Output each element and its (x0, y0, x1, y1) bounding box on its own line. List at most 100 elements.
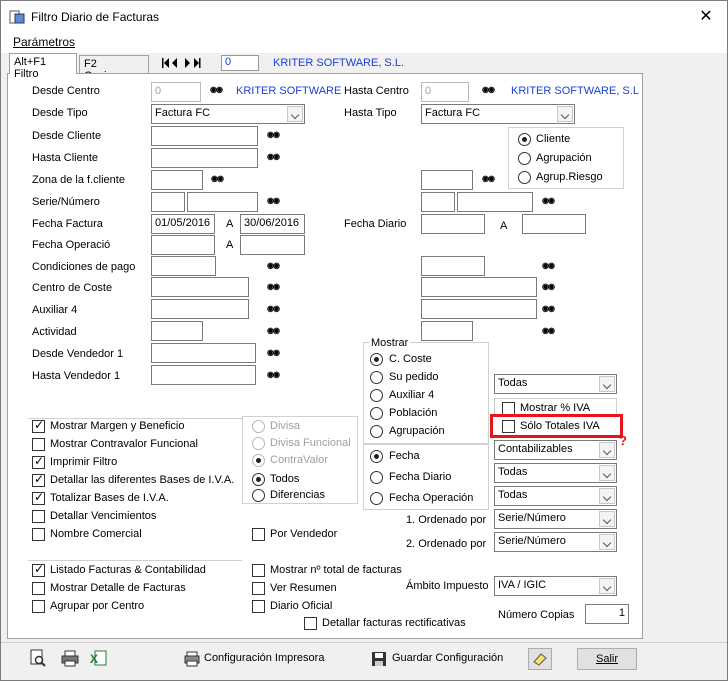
binoculars-icon[interactable] (267, 260, 285, 274)
radio-su-pedido[interactable] (370, 371, 383, 384)
detallar-rectificativas-checkbox[interactable] (304, 617, 317, 630)
radio-fecha[interactable] (370, 450, 383, 463)
radio-auxiliar[interactable] (370, 389, 383, 402)
chevron-down-icon[interactable] (599, 578, 615, 594)
print-icon[interactable] (61, 649, 81, 667)
numero-input[interactable] (187, 192, 258, 212)
condiciones-input[interactable] (151, 256, 216, 276)
chevron-down-icon[interactable] (287, 106, 303, 122)
desde-tipo-select[interactable]: Factura FC (151, 104, 305, 124)
binoculars-icon[interactable] (542, 325, 560, 339)
radio-fecha-diario[interactable] (370, 471, 383, 484)
copias-input[interactable]: 1 (585, 604, 629, 624)
por-vendedor-checkbox[interactable] (252, 528, 265, 541)
eraser-button[interactable] (528, 648, 552, 670)
binoculars-icon[interactable] (267, 281, 285, 295)
desde-centro-input[interactable]: 0 (151, 82, 201, 102)
radio-agrup-riesgo[interactable] (518, 171, 531, 184)
todas-select-3[interactable]: Todas (494, 486, 617, 506)
fecha-diario-to[interactable] (522, 214, 586, 234)
desde-vendedor-input[interactable] (151, 343, 256, 363)
desde-cliente-input[interactable] (151, 126, 258, 146)
radio-c-coste[interactable] (370, 353, 383, 366)
mostrar-total-facturas-checkbox[interactable] (252, 564, 265, 577)
nombre-comercial-checkbox[interactable] (32, 528, 45, 541)
fecha-factura-from[interactable]: 01/05/2016 (151, 214, 215, 234)
radio-agrupacion-mostrar[interactable] (370, 425, 383, 438)
agrupar-centro-checkbox[interactable] (32, 600, 45, 613)
excel-icon[interactable]: X (89, 649, 109, 667)
binoculars-icon[interactable] (267, 369, 285, 383)
chevron-down-icon[interactable] (557, 106, 573, 122)
zona-input[interactable] (151, 170, 203, 190)
binoculars-icon[interactable] (542, 195, 560, 209)
hasta-cliente-input[interactable] (151, 148, 258, 168)
binoculars-icon[interactable] (267, 347, 285, 361)
chevron-down-icon[interactable] (599, 465, 615, 481)
binoculars-icon[interactable] (482, 173, 500, 187)
zona-hasta-input[interactable] (421, 170, 473, 190)
radio-cliente[interactable] (518, 133, 531, 146)
tab-opciones[interactable]: F2 Opciones (79, 55, 149, 82)
guardar-config-button[interactable]: Guardar Configuración (392, 652, 503, 664)
detallar-vencimientos-checkbox[interactable] (32, 510, 45, 523)
contravalor-checkbox[interactable] (32, 438, 45, 451)
binoculars-icon[interactable] (267, 129, 285, 143)
tab-filtro[interactable]: Alt+F1 Filtro (9, 53, 77, 80)
binoculars-icon[interactable] (267, 303, 285, 317)
chevron-down-icon[interactable] (599, 488, 615, 504)
orden1-select[interactable]: Serie/Número (494, 509, 617, 529)
binoculars-icon[interactable] (542, 303, 560, 317)
fecha-factura-to[interactable]: 30/06/2016 (240, 214, 305, 234)
config-impresora-button[interactable]: Configuración Impresora (204, 652, 324, 664)
hasta-vendedor-input[interactable] (151, 365, 256, 385)
chevron-down-icon[interactable] (599, 376, 615, 392)
auxiliar-input[interactable] (151, 299, 249, 319)
binoculars-icon[interactable] (211, 173, 229, 187)
radio-todos[interactable] (252, 473, 265, 486)
ambito-select[interactable]: IVA / IGIC (494, 576, 617, 596)
preview-icon[interactable] (29, 649, 49, 667)
solo-totales-iva-checkbox[interactable] (502, 420, 515, 433)
chevron-down-icon[interactable] (599, 534, 615, 550)
radio-poblacion[interactable] (370, 407, 383, 420)
radio-diferencias[interactable] (252, 489, 265, 502)
radio-fecha-operacion[interactable] (370, 492, 383, 505)
diario-oficial-checkbox[interactable] (252, 600, 265, 613)
fecha-diario-from[interactable] (421, 214, 485, 234)
serie-hasta-input[interactable] (421, 192, 455, 212)
imprimir-filtro-checkbox[interactable] (32, 454, 45, 469)
binoculars-icon[interactable] (267, 195, 285, 209)
binoculars-icon[interactable] (267, 151, 285, 165)
contabilizables-select[interactable]: Contabilizables (494, 440, 617, 460)
binoculars-icon[interactable] (482, 84, 500, 98)
todas-select-2[interactable]: Todas (494, 463, 617, 483)
centro-coste-input[interactable] (151, 277, 249, 297)
hasta-centro-input[interactable]: 0 (421, 82, 469, 102)
radio-agrupacion[interactable] (518, 152, 531, 165)
menu-parametros[interactable]: Parámetros (13, 35, 75, 49)
orden2-select[interactable]: Serie/Número (494, 532, 617, 552)
record-number[interactable]: 0 (221, 55, 259, 71)
chevron-down-icon[interactable] (599, 511, 615, 527)
mostrar-margen-checkbox[interactable] (32, 418, 45, 433)
chevron-down-icon[interactable] (599, 442, 615, 458)
mostrar-detalle-checkbox[interactable] (32, 582, 45, 595)
totalizar-bases-checkbox[interactable] (32, 490, 45, 505)
serie-input[interactable] (151, 192, 185, 212)
ver-resumen-checkbox[interactable] (252, 582, 265, 595)
radio-divisa[interactable] (252, 420, 265, 433)
fecha-operacio-from[interactable] (151, 235, 215, 255)
listado-facturas-checkbox[interactable] (32, 562, 45, 577)
binoculars-icon[interactable] (542, 281, 560, 295)
detallar-bases-checkbox[interactable] (32, 472, 45, 487)
radio-divisa-funcional[interactable] (252, 437, 265, 450)
todas-select-1[interactable]: Todas (494, 374, 617, 394)
numero-hasta-input[interactable] (457, 192, 533, 212)
hasta-tipo-select[interactable]: Factura FC (421, 104, 575, 124)
auxiliar-hasta-input[interactable] (421, 299, 537, 319)
binoculars-icon[interactable] (210, 84, 228, 98)
centro-coste-hasta-input[interactable] (421, 277, 537, 297)
condiciones-hasta-input[interactable] (421, 256, 485, 276)
radio-contravalor[interactable] (252, 454, 265, 467)
